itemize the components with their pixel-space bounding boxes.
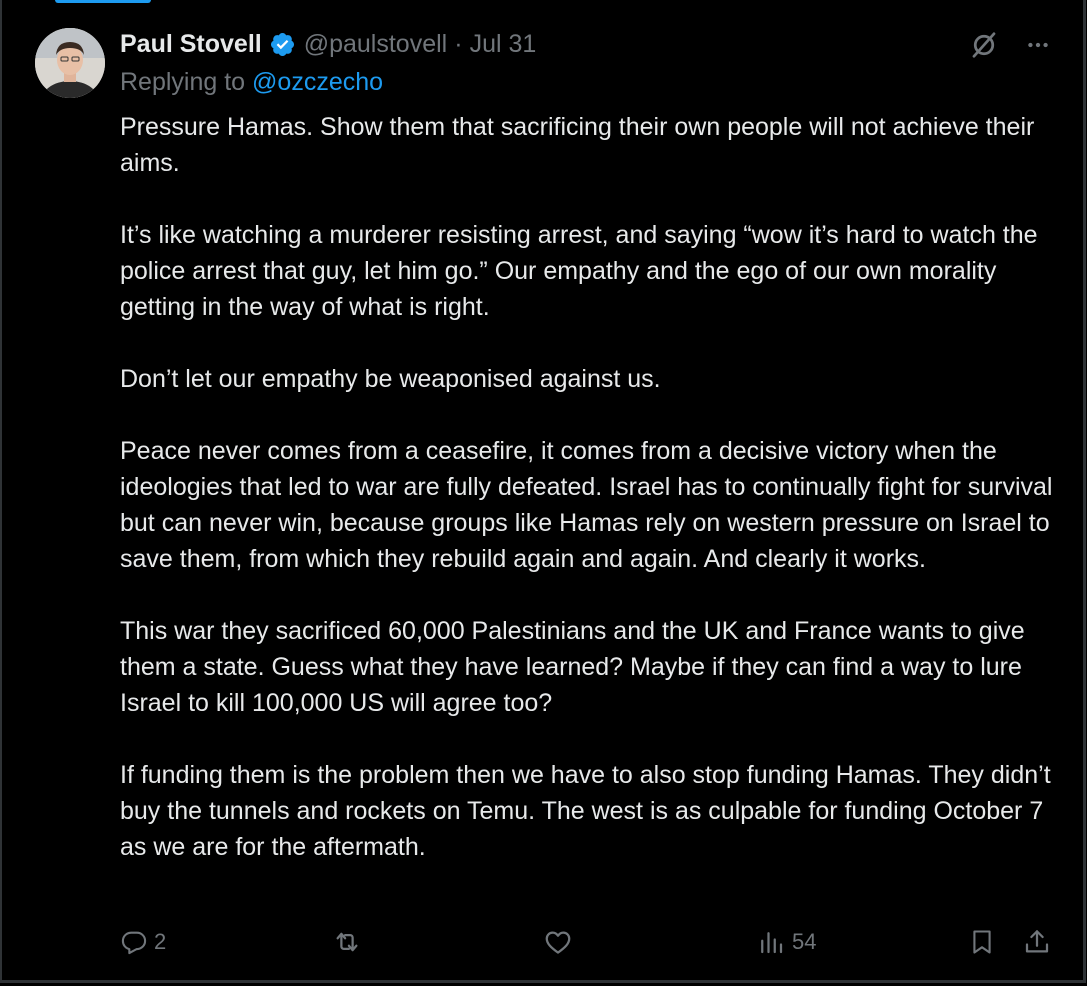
verified-badge-icon[interactable] xyxy=(269,31,296,58)
views-icon xyxy=(756,927,786,957)
tweet-actions: 2 54 xyxy=(0,922,1081,962)
retweet-icon xyxy=(332,927,362,957)
like-icon xyxy=(543,927,573,957)
replying-to-handle[interactable]: @ozczecho xyxy=(252,68,383,96)
tweet-date[interactable]: Jul 31 xyxy=(470,30,537,59)
like-button[interactable] xyxy=(543,922,573,962)
tweet-paragraph: Peace never comes from a ceasefire, it c… xyxy=(120,437,1053,573)
reply-icon xyxy=(120,928,148,956)
replying-to-label: Replying to xyxy=(120,68,246,96)
author-handle[interactable]: @paulstovell xyxy=(304,30,448,59)
tweet-text: Pressure Hamas. Show them that sacrifici… xyxy=(120,109,1055,865)
share-icon xyxy=(1022,927,1052,957)
share-button[interactable] xyxy=(1022,922,1052,962)
tweet-paragraph: It’s like watching a murderer resisting … xyxy=(120,221,1038,321)
tweet-paragraph: If funding them is the problem then we h… xyxy=(120,761,1051,861)
bookmark-button[interactable] xyxy=(968,922,996,962)
tweet[interactable]: Paul Stovell @paulstovell · Jul 31 Reply… xyxy=(0,0,1081,980)
reply-button[interactable]: 2 xyxy=(120,922,166,962)
header-actions xyxy=(969,30,1051,60)
reply-count: 2 xyxy=(154,929,167,954)
grok-icon[interactable] xyxy=(969,30,999,60)
views-button[interactable]: 54 xyxy=(756,922,816,962)
separator-dot: · xyxy=(454,29,463,58)
retweet-button[interactable] xyxy=(332,922,362,962)
author-display-name[interactable]: Paul Stovell xyxy=(120,30,262,59)
tweet-paragraph: This war they sacrificed 60,000 Palestin… xyxy=(120,617,1025,717)
tweet-header: Paul Stovell @paulstovell · Jul 31 xyxy=(120,26,536,62)
tweet-paragraph: Pressure Hamas. Show them that sacrifici… xyxy=(120,113,1035,177)
more-icon[interactable] xyxy=(1025,32,1051,58)
avatar[interactable] xyxy=(35,28,105,98)
tweet-paragraph: Don’t let our empathy be weaponised agai… xyxy=(120,365,661,393)
replying-to: Replying to @ozczecho xyxy=(120,68,383,97)
views-count: 54 xyxy=(792,929,817,954)
bookmark-icon xyxy=(968,927,996,957)
